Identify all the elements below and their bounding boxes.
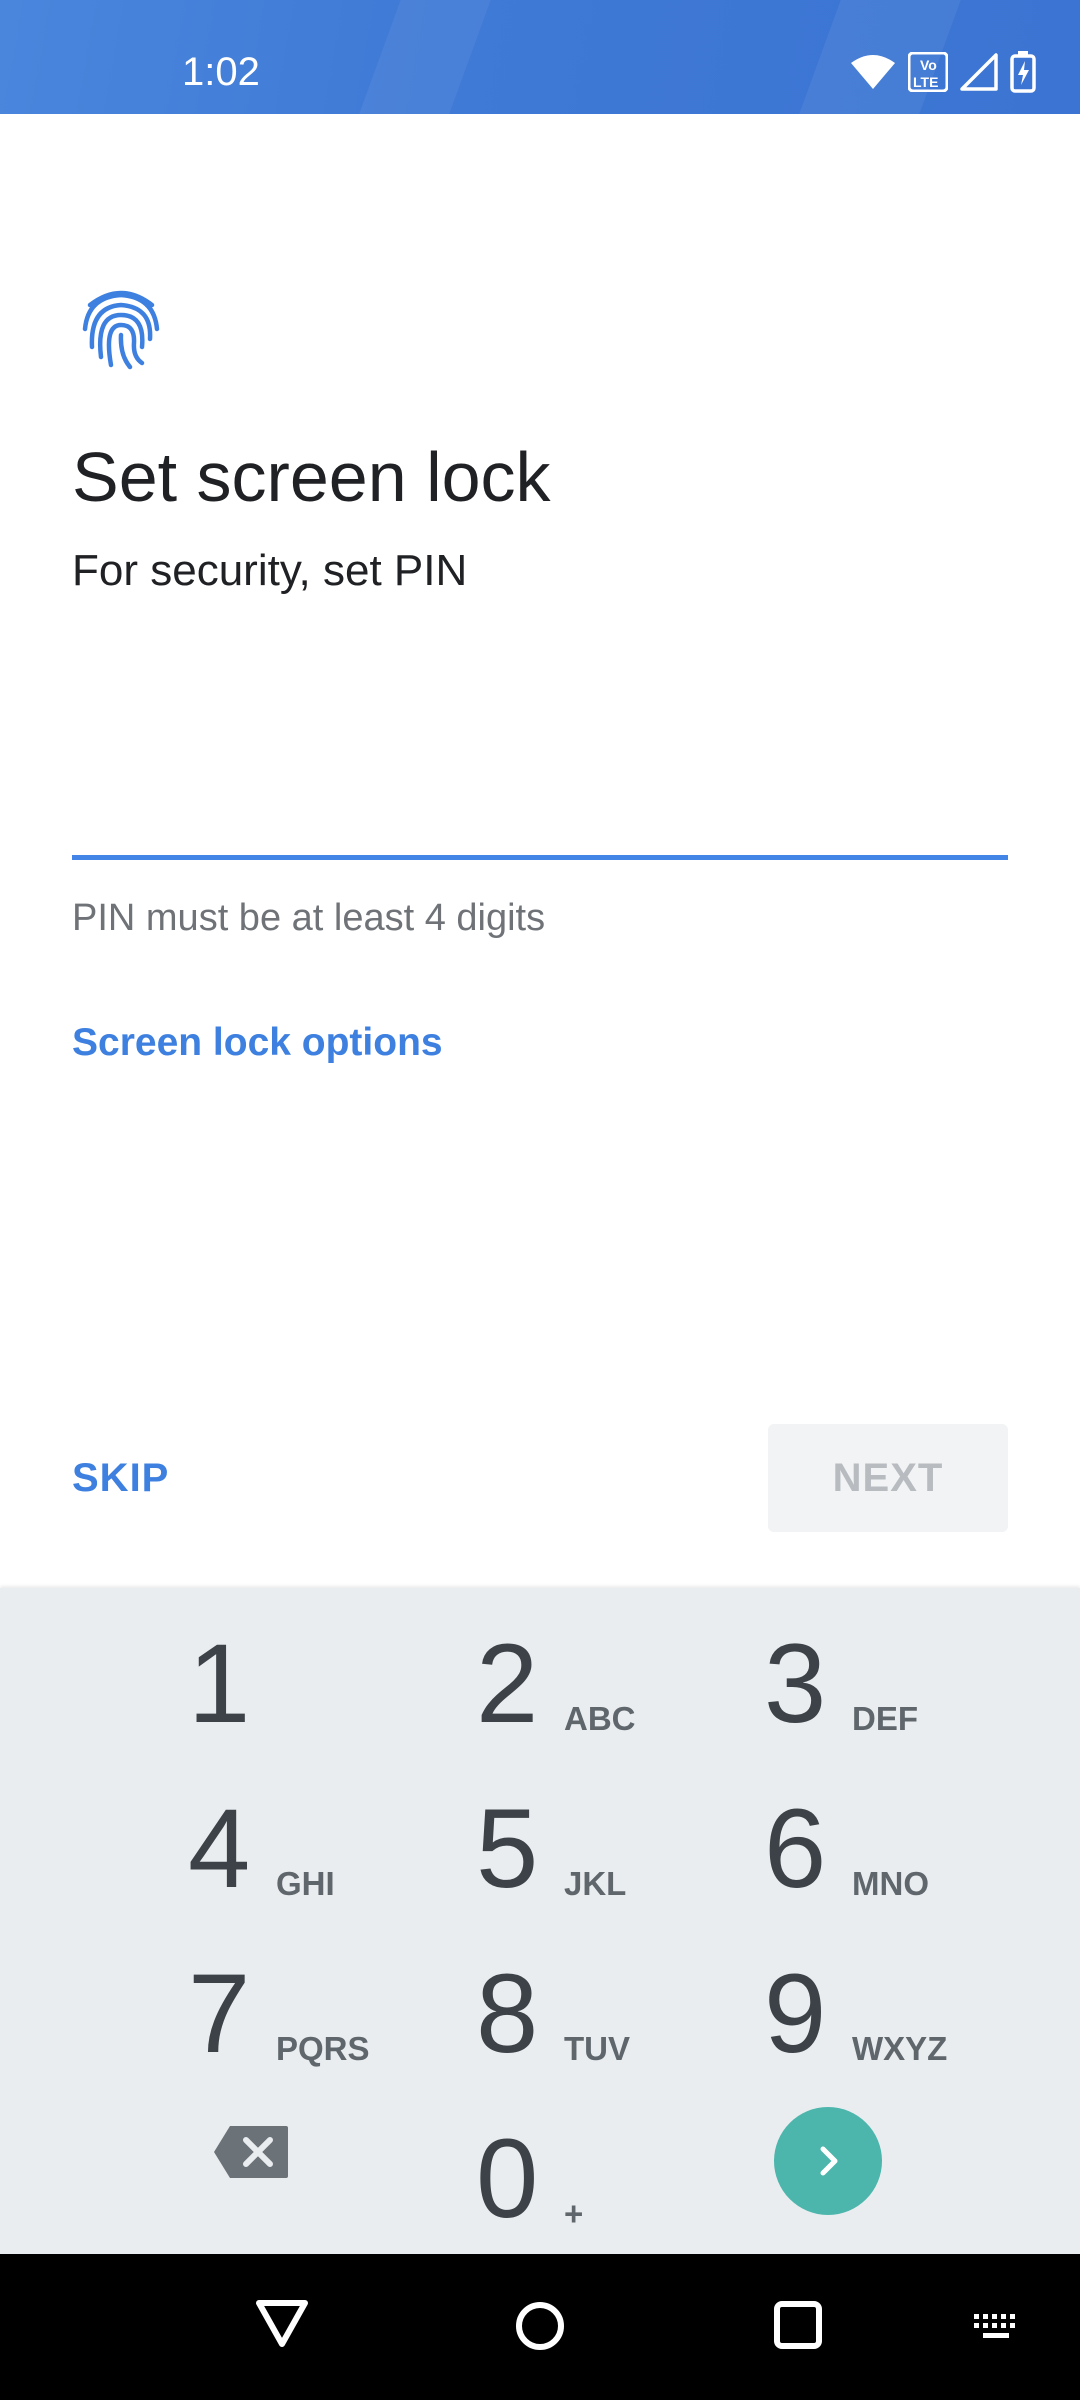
key-letters: JKL — [564, 1865, 627, 1902]
key-6[interactable]: 6 MNO — [764, 1765, 1064, 1925]
back-icon[interactable] — [254, 2298, 310, 2350]
key-digit: 6 — [764, 1786, 827, 1911]
volte-icon: Vo LTE — [908, 52, 948, 92]
pin-input[interactable] — [72, 780, 1008, 860]
key-8[interactable]: 8 TUV — [476, 1930, 776, 2090]
wifi-icon — [851, 55, 895, 89]
key-digit: 3 — [764, 1621, 827, 1746]
home-icon[interactable] — [514, 2300, 566, 2352]
signal-icon — [960, 53, 998, 91]
key-5[interactable]: 5 JKL — [476, 1765, 776, 1925]
page-subtitle: For security, set PIN — [72, 546, 468, 595]
skip-button[interactable]: SKIP — [72, 1424, 169, 1532]
navigation-bar — [0, 2254, 1080, 2400]
volte-text-bottom: LTE — [913, 74, 938, 90]
key-0[interactable]: 0 + — [476, 2095, 776, 2255]
key-letters: TUV — [564, 2030, 630, 2067]
status-bar-facet — [359, 0, 491, 114]
status-icons: Vo LTE — [850, 48, 1036, 96]
key-letters: MNO — [852, 1865, 929, 1902]
status-time: 1:02 — [182, 50, 260, 94]
recents-icon[interactable] — [773, 2300, 823, 2350]
pin-hint: PIN must be at least 4 digits — [72, 897, 546, 939]
backspace-icon — [214, 2126, 288, 2178]
volte-text-top: Vo — [920, 57, 937, 73]
key-digit: 5 — [476, 1786, 539, 1911]
key-2[interactable]: 2 ABC — [476, 1600, 776, 1760]
key-7[interactable]: 7 PQRS — [188, 1930, 488, 2090]
enter-key[interactable] — [774, 2107, 882, 2215]
battery-charging-icon — [1010, 51, 1036, 93]
chevron-right-icon — [820, 2146, 838, 2176]
page-title: Set screen lock — [72, 438, 551, 516]
key-3[interactable]: 3 DEF — [764, 1600, 1064, 1760]
key-letters: PQRS — [276, 2030, 370, 2067]
key-digit: 0 — [476, 2116, 539, 2241]
backspace-key[interactable] — [212, 2122, 292, 2182]
key-digit: 4 — [188, 1786, 251, 1911]
key-digit: 7 — [188, 1951, 251, 2076]
key-letters: + — [564, 2195, 584, 2232]
key-digit: 1 — [188, 1621, 251, 1746]
key-letters: ABC — [564, 1700, 636, 1737]
key-digit: 2 — [476, 1621, 539, 1746]
key-4[interactable]: 4 GHI — [188, 1765, 488, 1925]
next-button[interactable]: NEXT — [768, 1424, 1008, 1532]
key-letters: GHI — [276, 1865, 335, 1902]
key-letters: DEF — [852, 1700, 918, 1737]
key-9[interactable]: 9 WXYZ — [764, 1930, 1064, 2090]
status-bar: 1:02 Vo LTE — [0, 0, 1080, 114]
key-digit: 8 — [476, 1951, 539, 2076]
key-letters: WXYZ — [852, 2030, 948, 2067]
screen-lock-options-link[interactable]: Screen lock options — [72, 1018, 443, 1068]
key-1[interactable]: 1 — [188, 1600, 488, 1760]
key-digit: 9 — [764, 1951, 827, 2076]
fingerprint-icon — [82, 290, 160, 370]
keyboard-icon[interactable] — [972, 2312, 1020, 2342]
